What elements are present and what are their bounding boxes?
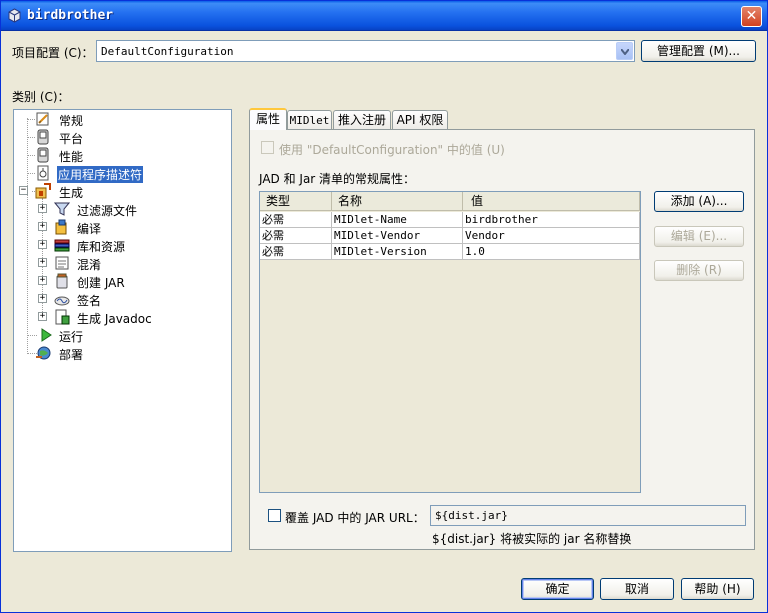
tree-item-signing[interactable]: + 签名 bbox=[14, 291, 214, 308]
close-button[interactable]: ✕ bbox=[741, 6, 762, 27]
javadoc-icon bbox=[55, 309, 70, 325]
tree-item-label: 编译 bbox=[77, 222, 102, 236]
tree-item-compile[interactable]: + 编译 bbox=[14, 219, 214, 236]
remove-button[interactable]: 删除 (R) bbox=[654, 260, 744, 281]
compile-icon bbox=[55, 219, 67, 235]
build-icon bbox=[35, 183, 51, 199]
signature-icon bbox=[54, 296, 70, 306]
filter-icon bbox=[54, 202, 70, 216]
attributes-table[interactable]: 类型 名称 值 必需 MIDlet-Name birdbrother 必需 MI… bbox=[259, 191, 641, 493]
tree-item-label: 创建 JAR bbox=[77, 276, 125, 290]
deploy-icon bbox=[36, 346, 51, 360]
tree-item-label: 混淆 bbox=[77, 258, 102, 272]
cell-type: 必需 bbox=[260, 228, 332, 244]
tab-midlet-label: MIDlet bbox=[289, 114, 330, 127]
dialog-window: birdbrother ✕ 项目配置 (C)： DefaultConfigura… bbox=[0, 0, 768, 613]
cell-value: Vendor bbox=[463, 228, 640, 244]
jar-url-field[interactable]: ${dist.jar} bbox=[430, 505, 746, 526]
collapse-toggle[interactable]: − bbox=[19, 186, 28, 195]
device-icon bbox=[37, 147, 49, 163]
cell-name: MIDlet-Version bbox=[332, 244, 463, 260]
override-jar-url-checkbox[interactable] bbox=[268, 509, 281, 522]
override-jar-url-label: 覆盖 JAD 中的 JAR URL： bbox=[285, 511, 425, 525]
table-row[interactable]: 必需 MIDlet-Vendor Vendor bbox=[260, 228, 640, 244]
tree-item-app-descriptor[interactable]: 应用程序描述符 bbox=[14, 165, 214, 183]
chevron-down-icon bbox=[621, 49, 629, 55]
books-icon bbox=[54, 239, 70, 252]
column-header-name[interactable]: 名称 bbox=[332, 192, 463, 211]
java-cup-icon bbox=[8, 8, 21, 23]
tree-item-label: 签名 bbox=[77, 294, 102, 308]
tree-item-label: 常规 bbox=[59, 114, 84, 128]
tab-midlet[interactable]: MIDlet bbox=[287, 110, 332, 130]
config-select[interactable]: DefaultConfiguration bbox=[96, 40, 635, 62]
cancel-button[interactable]: 取消 bbox=[600, 578, 674, 600]
table-row[interactable]: 必需 MIDlet-Name birdbrother bbox=[260, 212, 640, 228]
column-header-type[interactable]: 类型 bbox=[260, 192, 332, 211]
tree-item-filter-sources[interactable]: + 过滤源文件 bbox=[14, 201, 214, 218]
tree-item-libraries[interactable]: + 库和资源 bbox=[14, 237, 214, 254]
expand-toggle[interactable]: + bbox=[38, 240, 47, 249]
manage-config-button[interactable]: 管理配置 (M)... bbox=[641, 40, 756, 62]
expand-toggle[interactable]: + bbox=[38, 258, 47, 267]
table-header: 类型 名称 值 bbox=[260, 192, 640, 211]
cell-value: 1.0 bbox=[463, 244, 640, 260]
expand-toggle[interactable]: + bbox=[38, 276, 47, 285]
ok-button[interactable]: 确定 bbox=[521, 578, 594, 600]
column-header-value[interactable]: 值 bbox=[463, 192, 640, 211]
tree-item-label: 应用程序描述符 bbox=[57, 166, 144, 183]
tree-item-deploy[interactable]: 部署 bbox=[14, 345, 214, 362]
expand-toggle[interactable]: + bbox=[38, 312, 47, 321]
tree-item-label: 性能 bbox=[59, 150, 84, 164]
run-icon bbox=[41, 328, 52, 342]
help-button[interactable]: 帮助 (H) bbox=[681, 578, 754, 600]
category-tree[interactable]: 常规 平台 性能 应用程序描述符 − 生成 + 过滤源文件 + 编译 + 库和资… bbox=[13, 109, 232, 552]
jar-icon bbox=[56, 273, 68, 289]
tab-push-registry[interactable]: 推入注册 bbox=[333, 110, 391, 130]
tree-item-run[interactable]: 运行 bbox=[14, 327, 214, 344]
tree-item-capabilities[interactable]: 性能 bbox=[14, 147, 214, 164]
general-icon bbox=[36, 112, 49, 126]
expand-toggle[interactable]: + bbox=[38, 222, 47, 231]
edit-button[interactable]: 编辑 (E)... bbox=[654, 226, 744, 247]
platform-icon bbox=[37, 129, 49, 145]
tree-item-build[interactable]: − 生成 bbox=[14, 183, 214, 200]
descriptor-icon bbox=[37, 165, 49, 181]
cell-type: 必需 bbox=[260, 244, 332, 260]
tree-item-label: 库和资源 bbox=[77, 240, 126, 254]
tree-item-label: 运行 bbox=[59, 330, 84, 344]
tree-item-label: 过滤源文件 bbox=[77, 204, 138, 218]
attributes-label: JAD 和 Jar 清单的常规属性： bbox=[259, 172, 416, 186]
tree-item-label: 部署 bbox=[59, 348, 84, 362]
cell-name: MIDlet-Name bbox=[332, 212, 463, 228]
tree-item-platform[interactable]: 平台 bbox=[14, 129, 214, 146]
tree-item-obfuscate[interactable]: + 混淆 bbox=[14, 255, 214, 272]
tree-item-label: 生成 Javadoc bbox=[77, 312, 152, 326]
tree-item-label: 生成 bbox=[59, 186, 84, 200]
obfuscate-icon bbox=[55, 256, 69, 270]
config-select-value: DefaultConfiguration bbox=[101, 45, 234, 58]
cell-value: birdbrother bbox=[463, 212, 640, 228]
cell-type: 必需 bbox=[260, 212, 332, 228]
use-default-checkbox[interactable] bbox=[261, 141, 274, 154]
config-label: 项目配置 (C)： bbox=[12, 46, 94, 60]
config-select-arrow[interactable] bbox=[616, 42, 633, 60]
jar-url-field-value: ${dist.jar} bbox=[435, 509, 508, 522]
expand-toggle[interactable]: + bbox=[38, 294, 47, 303]
table-row[interactable]: 必需 MIDlet-Version 1.0 bbox=[260, 244, 640, 260]
tree-item-label: 平台 bbox=[59, 132, 84, 146]
add-button[interactable]: 添加 (A)... bbox=[654, 191, 744, 212]
tab-attributes[interactable]: 属性 bbox=[249, 108, 287, 130]
title-bar[interactable]: birdbrother ✕ bbox=[1, 1, 767, 31]
cell-name: MIDlet-Vendor bbox=[332, 228, 463, 244]
tree-item-javadoc[interactable]: + 生成 Javadoc bbox=[14, 309, 214, 326]
window-title: birdbrother bbox=[27, 8, 114, 23]
tree-item-create-jar[interactable]: + 创建 JAR bbox=[14, 273, 214, 290]
jar-url-hint: ${dist.jar} 将被实际的 jar 名称替换 bbox=[432, 532, 632, 546]
tab-api-permissions[interactable]: API 权限 bbox=[392, 110, 448, 130]
tree-item-general[interactable]: 常规 bbox=[14, 111, 214, 128]
categories-label: 类别 (C)： bbox=[12, 90, 70, 104]
expand-toggle[interactable]: + bbox=[38, 204, 47, 213]
use-default-label: 使用 "DefaultConfiguration" 中的值 (U) bbox=[279, 143, 505, 157]
